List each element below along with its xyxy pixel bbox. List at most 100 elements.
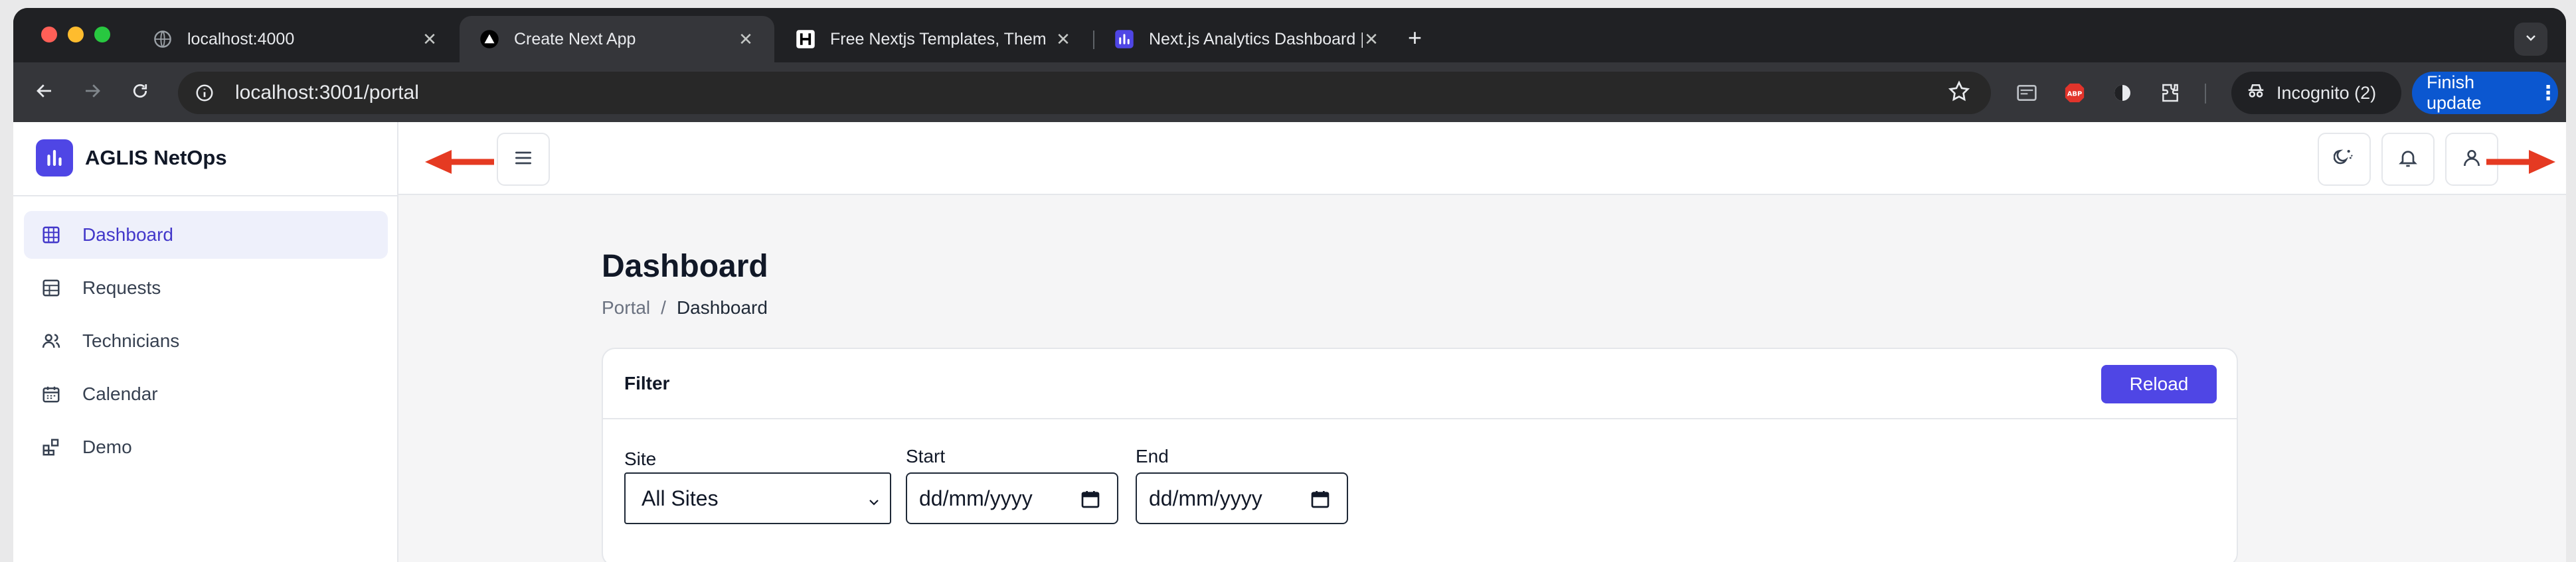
filter-card-header: Filter Reload <box>603 349 2237 419</box>
triangle-icon <box>479 29 499 49</box>
right-arrow-icon <box>2486 150 2555 174</box>
brand-name: AGLIS NetOps <box>85 146 227 169</box>
main-content: Dashboard Portal / Dashboard Filter Relo… <box>398 196 2566 562</box>
address-bar[interactable]: localhost:3001/portal <box>178 72 1991 114</box>
users-icon <box>40 330 62 352</box>
sidebar-item-dashboard[interactable]: Dashboard <box>24 211 388 259</box>
page-title: Dashboard <box>602 249 768 284</box>
reload-page-button[interactable] <box>125 77 155 107</box>
new-tab-button[interactable]: + <box>1408 26 1422 50</box>
extensions-puzzle-icon[interactable] <box>2157 80 2184 106</box>
finish-update-label: Finish update <box>2427 72 2482 113</box>
bookmark-star-icon[interactable] <box>1947 80 1971 107</box>
browser-window: localhost:4000 ✕ Create Next App ✕ Free … <box>13 8 2566 562</box>
tab-title: localhost:4000 <box>187 29 295 48</box>
hamburger-menu-icon <box>513 147 534 172</box>
tab-analytics-dashboard[interactable]: Next.js Analytics Dashboard | ✕ <box>1094 16 1400 62</box>
user-icon <box>2461 147 2482 172</box>
arrow-left-icon <box>35 81 54 104</box>
end-label: End <box>1136 446 1169 466</box>
arrow-right-icon <box>82 81 102 104</box>
browser-toolbar: localhost:3001/portal ABP Incognito (2) … <box>13 62 2566 122</box>
site-select-value: All Sites <box>642 486 719 510</box>
finish-update-button[interactable]: Finish update ⋮ <box>2412 72 2558 114</box>
tab-strip: localhost:4000 ✕ Create Next App ✕ Free … <box>13 8 2566 62</box>
sidebar: AGLIS NetOps Dashboard Requests Technici… <box>13 122 398 562</box>
close-tab-icon[interactable]: ✕ <box>421 29 438 50</box>
maximize-window-button[interactable] <box>94 27 110 42</box>
tab-title: Next.js Analytics Dashboard | <box>1149 29 1363 48</box>
start-label: Start <box>906 446 946 466</box>
close-tab-icon[interactable]: ✕ <box>737 29 754 50</box>
table-icon <box>40 277 62 299</box>
theme-toggle-button[interactable] <box>2318 133 2371 186</box>
tab-localhost-4000[interactable]: localhost:4000 ✕ <box>133 16 458 62</box>
dark-mode-extension-icon[interactable] <box>2109 80 2136 106</box>
page-viewport: AGLIS NetOps Dashboard Requests Technici… <box>13 122 2566 562</box>
globe-icon <box>153 29 173 49</box>
tab-create-next-app[interactable]: Create Next App ✕ <box>460 16 774 62</box>
menu-toggle-button[interactable] <box>497 133 550 186</box>
widgets-icon <box>40 436 62 458</box>
breadcrumb-portal-link[interactable]: Portal <box>602 297 650 318</box>
sidebar-item-calendar[interactable]: Calendar <box>24 370 388 418</box>
sidebar-item-technicians[interactable]: Technicians <box>24 317 388 365</box>
filter-card: Filter Reload Site All Sites Start dd/mm… <box>602 348 2238 562</box>
site-label: Site <box>624 449 657 469</box>
sidebar-item-label: Calendar <box>82 384 158 404</box>
sidebar-item-label: Demo <box>82 437 132 457</box>
grid-icon <box>40 224 62 246</box>
start-date-placeholder: dd/mm/yyyy <box>919 486 1033 510</box>
incognito-button[interactable]: Incognito (2) <box>2231 72 2401 114</box>
sidebar-item-label: Technicians <box>82 330 180 351</box>
site-info-icon[interactable] <box>191 80 218 106</box>
tab-nextjs-templates[interactable]: Free Nextjs Templates, Them ✕ <box>776 16 1092 62</box>
refresh-icon <box>130 81 150 104</box>
calendar-picker-icon[interactable] <box>1080 488 1101 515</box>
incognito-label: Incognito (2) <box>2276 82 2377 103</box>
reload-button[interactable]: Reload <box>2101 365 2217 403</box>
minimize-window-button[interactable] <box>68 27 84 42</box>
end-date-input[interactable]: dd/mm/yyyy <box>1136 472 1348 524</box>
extension-screenshot-icon[interactable] <box>2014 80 2040 106</box>
sidebar-item-label: Dashboard <box>82 224 173 245</box>
close-tab-icon[interactable]: ✕ <box>1055 29 1072 50</box>
sidebar-item-requests[interactable]: Requests <box>24 264 388 312</box>
kebab-menu-icon[interactable]: ⋮ <box>2538 82 2558 105</box>
site-select[interactable]: All Sites <box>624 472 891 524</box>
tab-title: Create Next App <box>514 29 636 48</box>
tab-title: Free Nextjs Templates, Them <box>830 29 1047 48</box>
forward-button[interactable] <box>77 77 108 107</box>
toolbar-divider <box>2205 84 2206 104</box>
theme-toggle-icon <box>2333 147 2355 172</box>
sidebar-item-label: Requests <box>82 277 161 298</box>
calendar-picker-icon[interactable] <box>1310 488 1331 515</box>
start-date-input[interactable]: dd/mm/yyyy <box>906 472 1118 524</box>
app-topbar <box>398 122 2566 195</box>
notifications-button[interactable] <box>2381 133 2435 186</box>
bar-chart-logo-icon <box>36 139 73 176</box>
filter-title: Filter <box>624 373 670 393</box>
end-date-placeholder: dd/mm/yyyy <box>1149 486 1262 510</box>
chevron-down-icon <box>2523 30 2539 49</box>
incognito-icon <box>2246 81 2266 105</box>
adblock-icon[interactable]: ABP <box>2061 80 2088 106</box>
close-tab-icon[interactable]: ✕ <box>1363 29 1380 50</box>
breadcrumb: Portal / Dashboard <box>602 297 768 318</box>
brand[interactable]: AGLIS NetOps <box>36 139 227 176</box>
url-text: localhost:3001/portal <box>235 82 419 104</box>
left-arrow-icon <box>425 150 494 174</box>
sidebar-divider <box>13 195 397 196</box>
breadcrumb-current: Dashboard <box>676 297 768 318</box>
svg-text:ABP: ABP <box>2067 90 2082 98</box>
bell-icon <box>2397 147 2419 172</box>
tab-search-button[interactable] <box>2514 23 2547 56</box>
close-window-button[interactable] <box>41 27 57 42</box>
h-logo-icon <box>796 29 816 49</box>
back-button[interactable] <box>29 77 60 107</box>
sidebar-item-demo[interactable]: Demo <box>24 423 388 471</box>
breadcrumb-separator: / <box>661 297 666 318</box>
chevron-down-icon <box>866 491 882 516</box>
calendar-icon <box>40 383 62 405</box>
chart-icon <box>1114 29 1134 49</box>
